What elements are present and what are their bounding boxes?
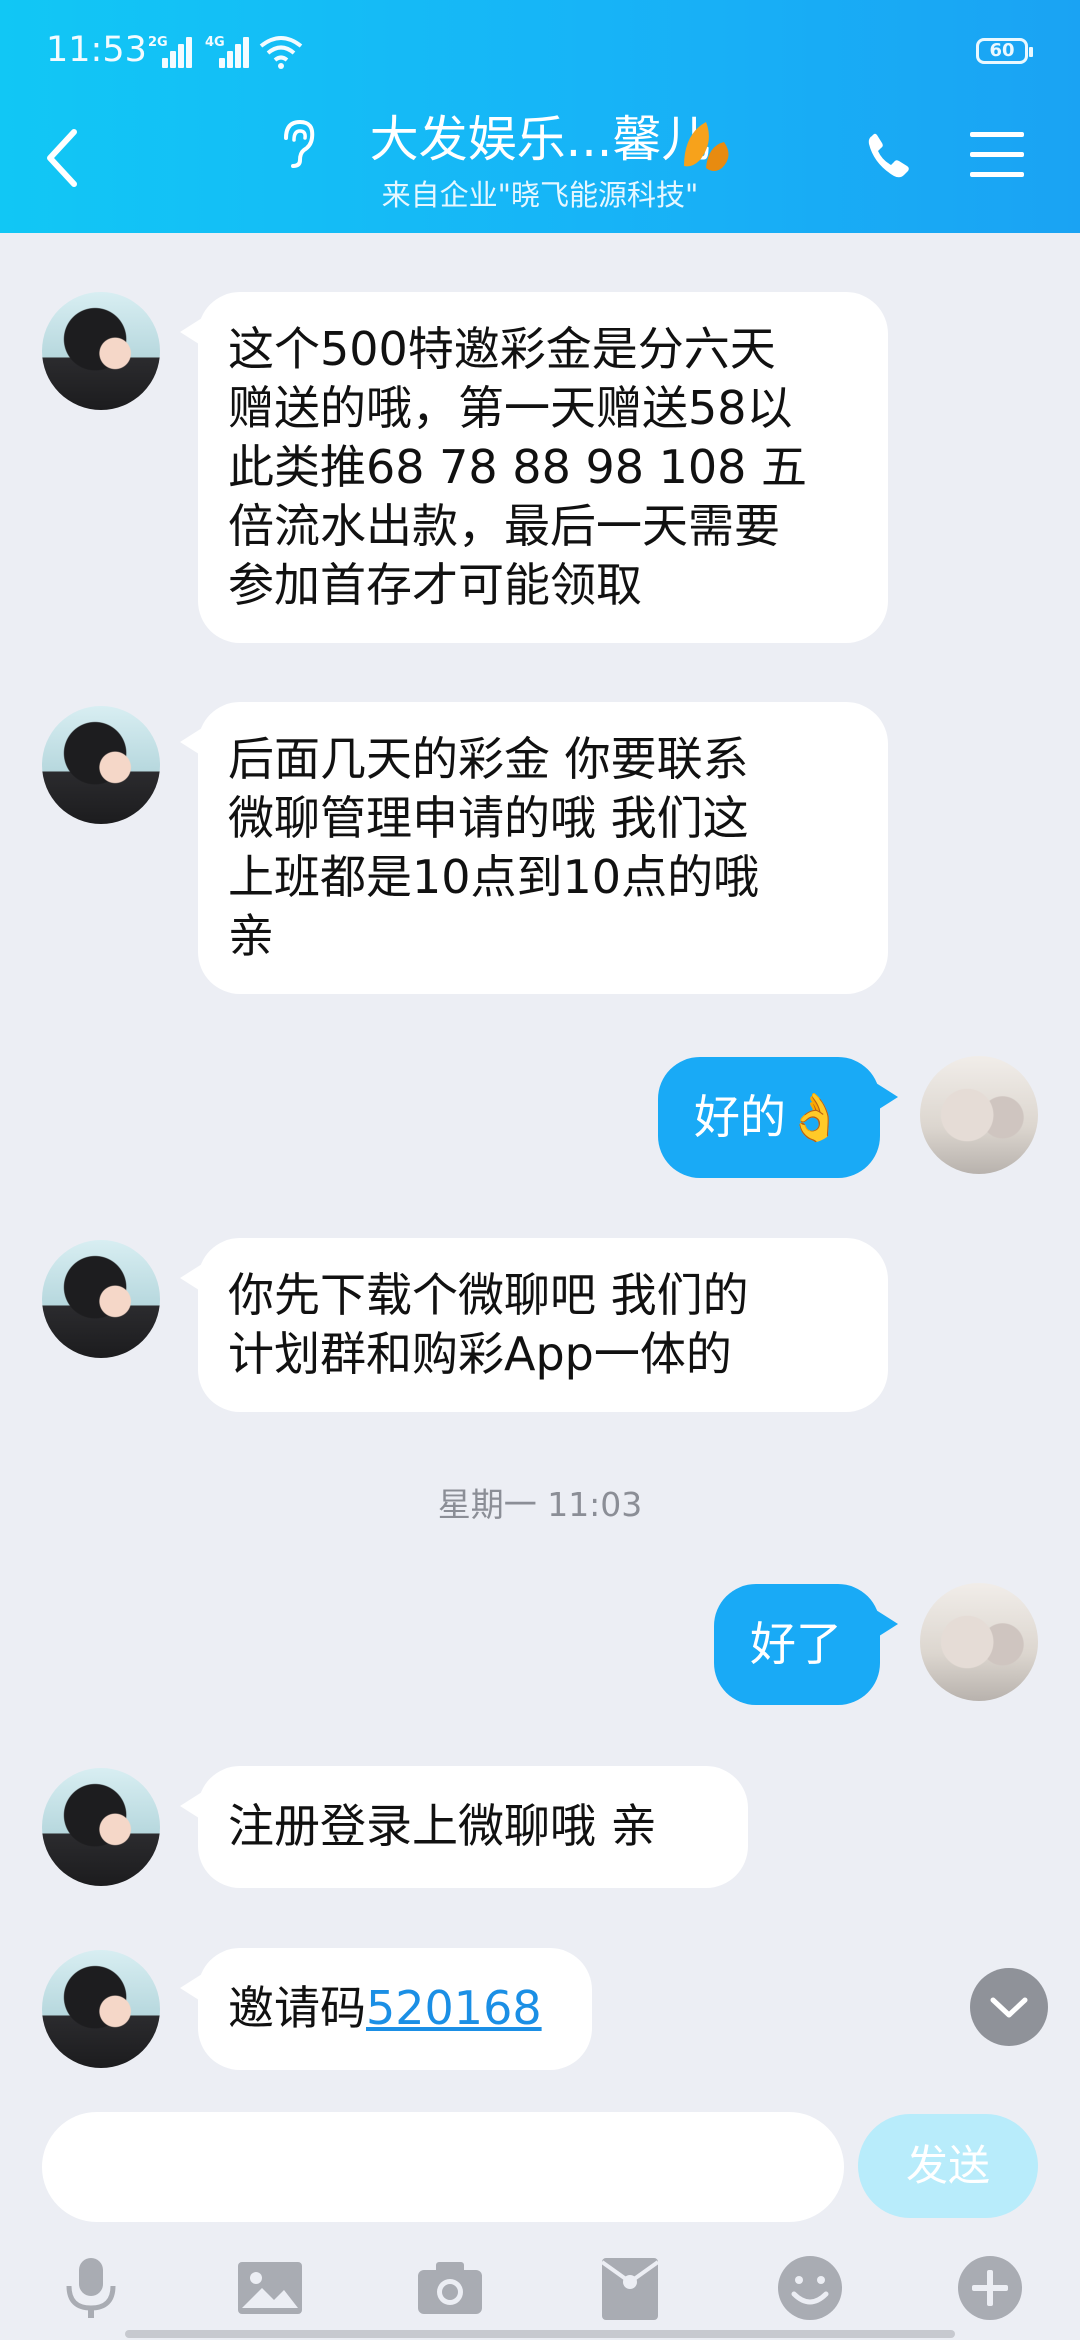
- message-bubble[interactable]: 邀请码520168: [180, 1948, 592, 2070]
- send-button[interactable]: 发送: [858, 2114, 1038, 2218]
- plus-icon[interactable]: [954, 2252, 1026, 2324]
- chat-title: 大发娱乐...馨儿: [369, 111, 711, 168]
- avatar[interactable]: [42, 1240, 160, 1358]
- wifi-icon: [259, 36, 303, 69]
- message-bubble-outgoing[interactable]: 好了: [714, 1584, 898, 1705]
- mic-icon[interactable]: [55, 2252, 127, 2324]
- leaf-icon: [684, 122, 729, 171]
- my-avatar[interactable]: [920, 1583, 1038, 1701]
- message-text: 你先下载个微聊吧 我们的 计划群和购彩App一体的: [228, 1268, 749, 1381]
- message-bubble[interactable]: 注册登录上微聊哦 亲: [180, 1766, 748, 1888]
- message-bubble[interactable]: 后面几天的彩金 你要联系 微聊管理申请的哦 我们这 上班都是10点到10点的哦 …: [180, 702, 888, 994]
- menu-icon[interactable]: [970, 130, 1024, 180]
- message-text: 后面几天的彩金 你要联系 微聊管理申请的哦 我们这 上班都是10点到10点的哦 …: [228, 732, 760, 963]
- battery-indicator: 60: [976, 38, 1033, 64]
- image-icon[interactable]: [234, 2252, 306, 2324]
- status-time: 11:53: [46, 30, 147, 70]
- avatar[interactable]: [42, 292, 160, 410]
- phone-icon[interactable]: [864, 130, 916, 182]
- emoji-icon[interactable]: [774, 2252, 846, 2324]
- input-toolbar: [0, 2240, 1080, 2340]
- message-text: 注册登录上微聊哦 亲: [228, 1799, 657, 1853]
- message-text: 好的👌: [694, 1090, 844, 1144]
- chat-subtitle: 来自企业"晓飞能源科技": [381, 178, 699, 212]
- invite-code-link[interactable]: 520168: [366, 1981, 542, 2035]
- message-timestamp: 星期一 11:03: [437, 1485, 643, 1524]
- gesture-bar: [125, 2330, 955, 2338]
- avatar[interactable]: [42, 1950, 160, 2068]
- back-arrow-icon[interactable]: [44, 128, 84, 188]
- composer: 发送: [0, 2100, 1080, 2222]
- avatar[interactable]: [42, 1768, 160, 1886]
- message-bubble[interactable]: 这个500特邀彩金是分六天 赠送的哦，第一天赠送58以 此类推68 78 88 …: [180, 292, 888, 643]
- camera-icon[interactable]: [414, 2252, 486, 2324]
- message-bubble[interactable]: 你先下载个微聊吧 我们的 计划群和购彩App一体的: [180, 1238, 888, 1412]
- chat-title-wrap[interactable]: 大发娱乐...馨儿: [250, 110, 830, 170]
- message-text: 好了: [750, 1617, 842, 1671]
- message-bubble-outgoing[interactable]: 好的👌: [658, 1057, 898, 1178]
- scroll-to-bottom-button[interactable]: [970, 1968, 1048, 2046]
- message-text: 邀请码: [228, 1981, 366, 2035]
- message-input[interactable]: [42, 2112, 844, 2222]
- chat-header: 11:53 2G 4G 60 大发娱乐...馨儿 来自企业"晓飞能源科技": [0, 0, 1080, 233]
- avatar[interactable]: [42, 706, 160, 824]
- message-text: 这个500特邀彩金是分六天 赠送的哦，第一天赠送58以 此类推68 78 88 …: [228, 322, 808, 612]
- my-avatar[interactable]: [920, 1056, 1038, 1174]
- red-packet-icon[interactable]: [594, 2252, 666, 2324]
- chevron-down-icon: [990, 1997, 1028, 2018]
